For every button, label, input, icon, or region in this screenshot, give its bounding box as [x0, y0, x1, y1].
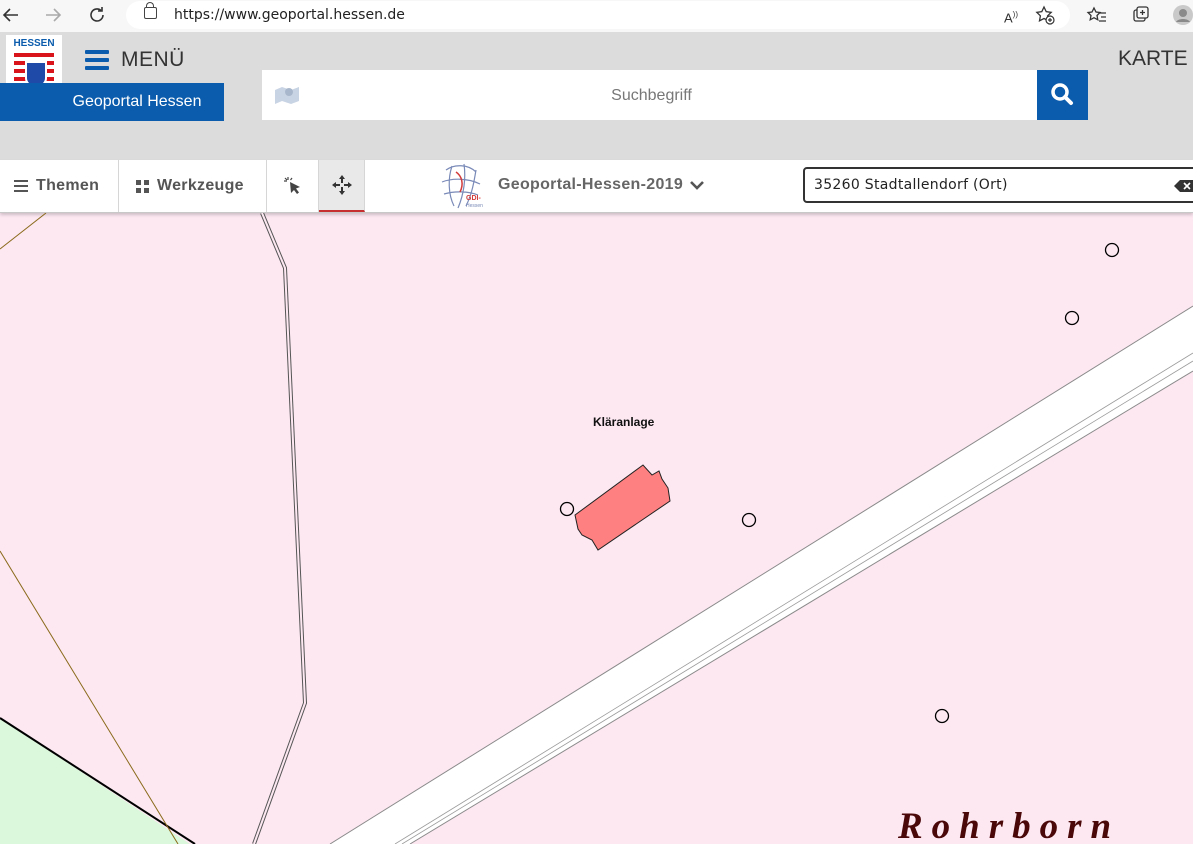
gdi-hessen-logo[interactable]: GDI- Hessen — [436, 162, 488, 210]
werkzeuge-button[interactable]: Werkzeuge — [119, 160, 267, 212]
pointer-click-icon — [283, 177, 300, 194]
point-marker — [1104, 242, 1120, 258]
themen-label: Themen — [36, 177, 100, 194]
search-button[interactable] — [1037, 70, 1088, 120]
address-bar[interactable]: https://www.geoportal.hessen.de A)) — [126, 1, 1070, 29]
location-input[interactable]: 35260 Stadtallendorf (Ort) — [814, 177, 1008, 193]
point-marker — [559, 501, 575, 517]
path-inner — [253, 213, 307, 844]
map-canvas[interactable] — [0, 213, 1193, 844]
portal-header: HESSEN Geoportal Hessen MENÜ KARTE — [0, 33, 1193, 160]
mapset-dropdown[interactable]: Geoportal-Hessen-2019 — [498, 176, 705, 194]
lock-icon — [144, 2, 157, 19]
logo-text: HESSEN — [13, 38, 55, 49]
refresh-icon[interactable] — [86, 4, 108, 26]
pan-tool-button[interactable] — [319, 160, 365, 212]
chevron-down-icon — [690, 181, 704, 190]
favorite-add-icon[interactable] — [1034, 4, 1056, 26]
location-field[interactable]: 35260 Stadtallendorf (Ort) — [803, 167, 1193, 203]
browser-toolbar: https://www.geoportal.hessen.de A)) — [0, 0, 1193, 33]
forward-icon[interactable] — [42, 4, 64, 26]
karte-label[interactable]: KARTE — [1118, 47, 1188, 71]
search-box — [262, 70, 1041, 122]
search-input[interactable] — [262, 70, 1041, 122]
move-arrows-icon — [331, 175, 352, 195]
url-text: https://www.geoportal.hessen.de — [174, 7, 405, 23]
road-edge-bottom — [409, 370, 1193, 844]
menu-label: MENÜ — [121, 48, 185, 71]
map-label-klaeranlage: Kläranlage — [593, 415, 655, 429]
portal-name[interactable]: Geoportal Hessen — [0, 83, 224, 121]
favorites-icon[interactable] — [1086, 4, 1108, 26]
read-aloud-icon[interactable]: A)) — [1000, 4, 1022, 26]
hamburger-icon — [85, 50, 109, 70]
themen-button[interactable]: Themen — [0, 160, 119, 212]
map-view[interactable]: Kläranlage Rohrborn — [0, 213, 1193, 844]
road-center-line-2 — [401, 360, 1193, 844]
collections-icon[interactable] — [1130, 4, 1152, 26]
point-marker — [934, 708, 950, 724]
building-klaeranlage[interactable] — [574, 464, 671, 551]
road-center-line-1 — [394, 352, 1193, 844]
brown-boundary-line-top — [0, 213, 47, 250]
map-label-rohrborn: Rohrborn — [898, 806, 1121, 844]
menu-button[interactable]: MENÜ — [85, 47, 185, 73]
select-tool-button[interactable] — [267, 160, 319, 212]
point-marker — [1064, 310, 1080, 326]
search-icon — [1051, 83, 1073, 105]
list-icon — [14, 180, 28, 192]
mapset-label: Geoportal-Hessen-2019 — [498, 176, 684, 193]
profile-icon[interactable] — [1172, 4, 1193, 26]
svg-text:Hessen: Hessen — [466, 203, 483, 209]
grid-icon — [136, 179, 149, 193]
road-edge-top — [329, 305, 1193, 844]
back-icon[interactable] — [0, 4, 22, 26]
svg-text:GDI-: GDI- — [466, 195, 481, 202]
werkzeuge-label: Werkzeuge — [157, 177, 244, 194]
point-marker — [741, 512, 757, 528]
clear-input-icon[interactable] — [1174, 179, 1193, 193]
